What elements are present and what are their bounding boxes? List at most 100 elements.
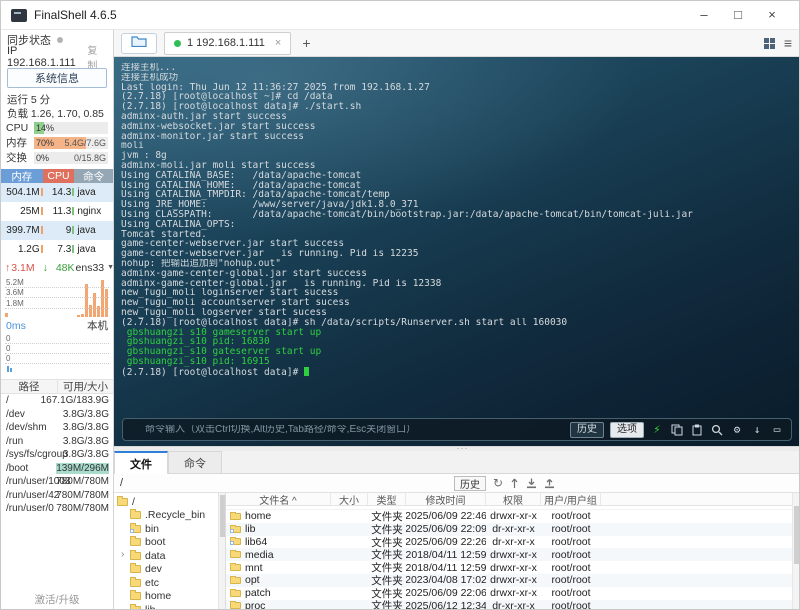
file-name: media: [245, 548, 274, 561]
disk-row[interactable]: /dev/shm 3.8G/3.8G: [1, 421, 113, 435]
open-connections-button[interactable]: [121, 32, 157, 54]
path-input[interactable]: /: [120, 477, 123, 489]
chart-axis-label: 0: [6, 344, 11, 353]
paste-icon[interactable]: [690, 423, 704, 437]
session-tab[interactable]: 1 192.168.1.111 ×: [164, 31, 292, 55]
history-button[interactable]: 历史: [570, 421, 604, 438]
disk-path: /dev/shm: [6, 422, 47, 434]
file-row-lib64[interactable]: lib64 文件夹 2025/06/09 22:26 dr-xr-xr-x root/r…: [226, 536, 799, 549]
file-row-proc[interactable]: proc 文件夹 2025/06/12 12:34 dr-xr-xr-x root/ro…: [226, 599, 799, 609]
file-row-mnt[interactable]: mnt 文件夹 2018/04/11 12:59 drwxr-xr-x root/roo…: [226, 561, 799, 574]
refresh-icon[interactable]: ↻: [493, 477, 503, 489]
file-name: opt: [245, 574, 260, 587]
terminal-line: Using CATALINA_TMPDIR: /data/apache-tomc…: [121, 190, 390, 201]
meter-percent: 0%: [36, 152, 50, 163]
process-row[interactable]: 25M 11.3 nginx: [1, 202, 113, 221]
tree-item-label: boot: [145, 536, 166, 549]
interface-caret-icon: ▼: [107, 264, 114, 271]
file-column-header-0[interactable]: 文件名 ^: [226, 493, 331, 505]
tree-scrollbar[interactable]: [218, 493, 225, 609]
new-tab-button[interactable]: +: [298, 35, 314, 51]
file-column-header-1[interactable]: 大小: [331, 493, 368, 505]
tree-item-[interactable]: /: [114, 495, 225, 509]
system-info-button[interactable]: 系统信息: [7, 68, 107, 88]
disk-path: /boot: [6, 462, 29, 474]
disk-size-value: 3.8G/3.8G: [62, 408, 109, 420]
file-row-media[interactable]: media 文件夹 2018/04/11 12:59 drwxr-xr-x root/r…: [226, 548, 799, 561]
quick-command-icon[interactable]: ⚡: [650, 423, 664, 437]
tab-close-icon[interactable]: ×: [275, 37, 281, 49]
process-header-1[interactable]: CPU: [42, 169, 75, 183]
tree-item-home[interactable]: home: [114, 590, 225, 604]
path-history-button[interactable]: 历史: [454, 475, 486, 491]
disk-size: 3.8G/3.8G: [53, 422, 113, 433]
tree-item-label: lib: [145, 604, 156, 609]
expand-chevron-icon[interactable]: ›: [121, 549, 124, 560]
disk-row[interactable]: / 167.1G/183.9G: [1, 394, 113, 408]
process-memory: 399.7M: [1, 225, 43, 236]
process-row[interactable]: 399.7M 9 java: [1, 221, 113, 240]
tree-item-bin[interactable]: bin: [114, 522, 225, 536]
tab-files[interactable]: 文件: [114, 451, 168, 474]
file-owner: root/root: [551, 535, 591, 548]
process-row[interactable]: 504.1M 14.3 java: [1, 183, 113, 202]
disk-path-header: 路径: [18, 381, 40, 393]
tree-item-dev[interactable]: dev: [114, 563, 225, 577]
meter-label: CPU: [6, 121, 29, 134]
options-button[interactable]: 选项: [610, 421, 644, 438]
disk-row[interactable]: /run/user/42 780M/780M: [1, 489, 113, 503]
menu-icon[interactable]: ≡: [784, 35, 792, 51]
disk-row[interactable]: /run/user/1003 780M/780M: [1, 475, 113, 489]
file-column-header-2[interactable]: 类型: [368, 493, 406, 505]
file-column-header-4[interactable]: 权限: [486, 493, 541, 505]
disk-row[interactable]: /boot 139M/296M: [1, 462, 113, 476]
terminal[interactable]: 连接主机... 连接主机成功 Last login: Thu Jun 12 11:3…: [114, 57, 799, 446]
panel-splitter[interactable]: ···: [114, 443, 799, 453]
file-row-lib[interactable]: lib 文件夹 2025/06/09 22:09 dr-xr-xr-x root/roo…: [226, 522, 799, 536]
process-header-0[interactable]: 内存: [1, 169, 43, 183]
tree-item-etc[interactable]: etc: [114, 576, 225, 590]
download-icon[interactable]: [526, 478, 537, 489]
tab-commands[interactable]: 命令: [168, 451, 222, 473]
minimize-button[interactable]: –: [687, 1, 721, 29]
disk-row[interactable]: /run 3.8G/3.8G: [1, 435, 113, 449]
chart-axis-label: 1.8M: [6, 298, 24, 308]
layout-grid-icon[interactable]: [763, 37, 775, 49]
command-input[interactable]: 命令输入（双击Ctrl切换,Alt历史,Tab路径/命令,Esc关闭窗口）: [145, 425, 564, 435]
tree-item-recyclebin[interactable]: .Recycle_bin: [114, 509, 225, 523]
interface-select[interactable]: ens33: [76, 262, 105, 274]
disk-row[interactable]: /sys/fs/cgroup 3.8G/3.8G: [1, 448, 113, 462]
file-table-scrollbar[interactable]: [792, 493, 799, 609]
terminal-line: adminx-game-center-global.jar is running…: [121, 278, 442, 289]
tree-item-boot[interactable]: boot: [114, 536, 225, 550]
file-row-patch[interactable]: patch 文件夹 2025/06/09 22:06 drwxr-xr-x root/r…: [226, 587, 799, 600]
tree-item-lib[interactable]: lib: [114, 603, 225, 609]
upload-icon[interactable]: [544, 478, 555, 489]
file-row-home[interactable]: home 文件夹 2025/06/09 22:46 drwxr-xr-x root/ro…: [226, 510, 799, 523]
upload-arrow-icon: ↑: [5, 261, 11, 274]
file-row-opt[interactable]: opt 文件夹 2023/04/08 17:02 drwxr-xr-x root/roo…: [226, 573, 799, 587]
fullscreen-icon[interactable]: ▭: [770, 423, 784, 437]
search-icon[interactable]: [710, 423, 724, 437]
transfer-list-icon[interactable]: [510, 478, 519, 489]
scroll-down-icon[interactable]: ↓: [750, 423, 764, 437]
disk-row[interactable]: /dev 3.8G/3.8G: [1, 408, 113, 422]
file-type: 文件夹: [371, 600, 403, 609]
activate-upgrade-link[interactable]: 激活/升级: [1, 592, 113, 609]
chart-axis-label: 3.6M: [6, 288, 24, 297]
settings-gear-icon[interactable]: ⚙: [730, 423, 744, 437]
process-row[interactable]: 1.2G 7.3 java: [1, 240, 113, 259]
maximize-button[interactable]: □: [721, 1, 755, 29]
terminal-line: adminx-monitor.jar start success: [121, 131, 305, 142]
disk-row[interactable]: /run/user/0 780M/780M: [1, 502, 113, 516]
disk-size-value: 139M/296M: [56, 462, 109, 474]
file-column-header-3[interactable]: 修改时间: [406, 493, 486, 505]
tree-item-data[interactable]: › data: [114, 549, 225, 563]
terminal-line: nohup: 把输出追加到"nohup.out": [121, 258, 281, 269]
file-column-header-5[interactable]: 用户/用户组: [541, 493, 601, 505]
copy-icon[interactable]: [670, 423, 684, 437]
session-tab-bar: 1 192.168.1.111 × + ≡: [114, 29, 799, 57]
close-button[interactable]: ×: [755, 1, 789, 29]
disk-size-header: 可用/大小: [57, 380, 113, 393]
process-header-2[interactable]: 命令: [74, 169, 113, 183]
